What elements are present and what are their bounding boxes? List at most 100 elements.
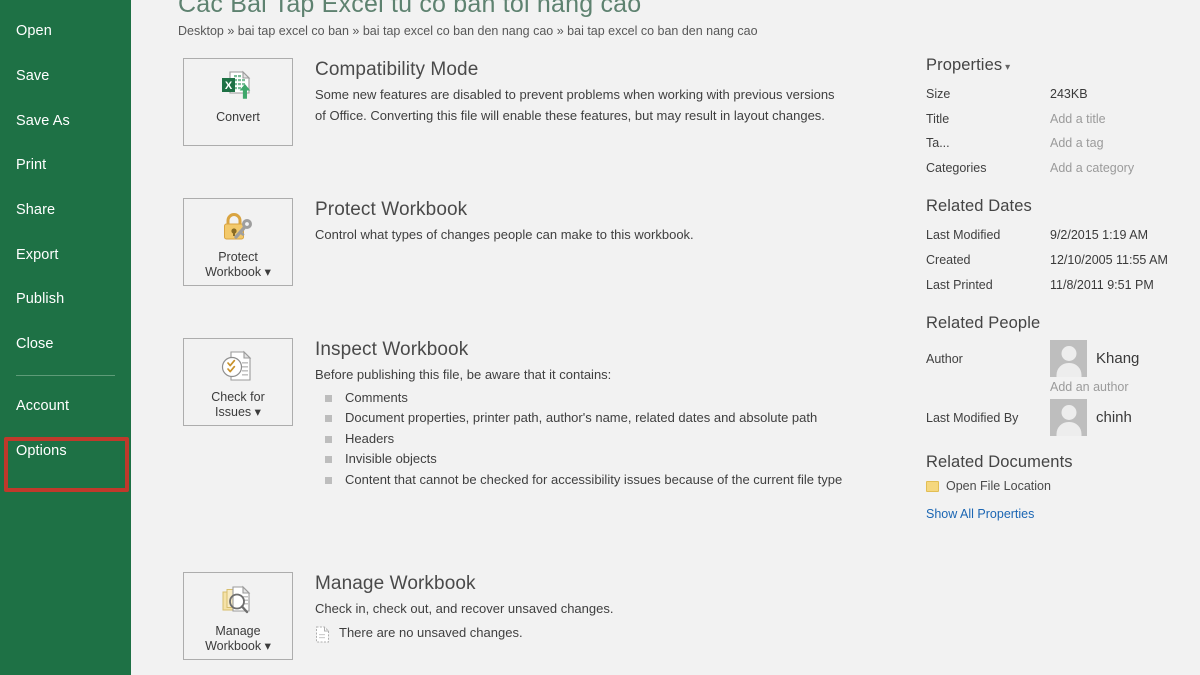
document-check-icon bbox=[220, 347, 256, 387]
property-key: Categories bbox=[926, 160, 987, 175]
padlock-key-icon bbox=[219, 207, 257, 247]
bullet-square-icon bbox=[325, 476, 332, 484]
open-file-location-link[interactable]: Open File Location bbox=[926, 479, 1200, 493]
sidebar-item-label: Close bbox=[16, 336, 54, 353]
related-documents-group: Related Documents Open File Location Sho… bbox=[926, 453, 1200, 523]
check-for-issues-button[interactable]: Check for Issues ▾ bbox=[183, 338, 293, 426]
related-documents-heading: Related Documents bbox=[926, 453, 1073, 472]
related-dates-group: Related Dates Last Modified 9/2/2015 1:1… bbox=[926, 197, 1200, 297]
list-item: Comments bbox=[315, 388, 860, 409]
blank-document-icon bbox=[315, 626, 330, 648]
list-item-label: Document properties, printer path, autho… bbox=[345, 410, 818, 425]
breadcrumb: Desktop » bai tap excel co ban » bai tap… bbox=[178, 24, 758, 38]
sidebar-item-open[interactable]: Open bbox=[0, 9, 131, 54]
property-value: 243KB bbox=[1050, 87, 1088, 101]
protect-heading: Protect Workbook bbox=[315, 199, 468, 220]
last-modified-by-name: chinh bbox=[1096, 409, 1132, 427]
list-item: Content that cannot be checked for acces… bbox=[315, 470, 860, 491]
protect-workbook-button[interactable]: Protect Workbook ▾ bbox=[183, 198, 293, 286]
property-key: Title bbox=[926, 111, 950, 126]
list-item: Headers bbox=[315, 429, 860, 450]
sidebar-item-label: Options bbox=[16, 442, 67, 459]
add-author-button[interactable]: Add an author bbox=[1050, 380, 1200, 394]
show-all-properties-link[interactable]: Show All Properties bbox=[926, 507, 1034, 521]
sidebar-item-label: Save bbox=[16, 68, 50, 85]
sidebar-item-label: Open bbox=[16, 23, 52, 40]
sidebar-item-share[interactable]: Share bbox=[0, 188, 131, 233]
sidebar-item-label: Export bbox=[16, 246, 59, 263]
svg-text:X: X bbox=[225, 80, 233, 92]
sidebar-item-options[interactable]: Options bbox=[0, 428, 131, 473]
date-key: Last Modified bbox=[926, 228, 1001, 243]
list-item: Invisible objects bbox=[315, 449, 860, 470]
property-row-categories[interactable]: Categories Add a category bbox=[926, 156, 1200, 181]
open-file-location-label: Open File Location bbox=[946, 479, 1051, 494]
related-dates-heading: Related Dates bbox=[926, 197, 1032, 216]
inspect-label-line2: Issues bbox=[215, 405, 252, 419]
bullet-square-icon bbox=[325, 415, 332, 422]
sidebar-item-label: Publish bbox=[16, 291, 65, 308]
date-value: 12/10/2005 11:55 AM bbox=[1050, 252, 1168, 267]
documents-magnifier-icon bbox=[220, 581, 256, 621]
convert-button-label: Convert bbox=[216, 110, 260, 124]
check-for-issues-button-label: Check for Issues ▾ bbox=[211, 390, 265, 420]
compatibility-description: Some new features are disabled to preven… bbox=[315, 87, 835, 123]
sidebar-item-export[interactable]: Export bbox=[0, 232, 131, 277]
property-row-tags[interactable]: Ta... Add a tag bbox=[926, 131, 1200, 156]
dropdown-caret-icon: ▾ bbox=[251, 405, 261, 419]
protect-label-line1: Protect bbox=[218, 250, 258, 264]
sidebar-divider bbox=[16, 374, 115, 376]
sidebar-item-save[interactable]: Save bbox=[0, 54, 131, 99]
protect-description: Control what types of changes people can… bbox=[315, 227, 694, 242]
property-row-title[interactable]: Title Add a title bbox=[926, 107, 1200, 132]
property-key: Ta... bbox=[926, 136, 950, 151]
sidebar-item-close[interactable]: Close bbox=[0, 322, 131, 367]
backstage-sidebar: Open Save Save As Print Share Export Pub… bbox=[0, 0, 131, 675]
protect-label-line2: Workbook bbox=[205, 265, 262, 279]
inspect-description: Before publishing this file, be aware th… bbox=[315, 367, 612, 382]
manage-workbook-button[interactable]: Manage Workbook ▾ bbox=[183, 572, 293, 660]
bullet-square-icon bbox=[325, 456, 332, 463]
last-modified-by-key: Last Modified By bbox=[926, 410, 1019, 425]
unsaved-changes-text: There are no unsaved changes. bbox=[339, 624, 523, 640]
author-key: Author bbox=[926, 351, 963, 366]
dropdown-caret-icon: ▾ bbox=[261, 265, 271, 279]
list-item-label: Comments bbox=[345, 389, 408, 405]
property-value[interactable]: Add a tag bbox=[1050, 131, 1104, 156]
sidebar-item-publish[interactable]: Publish bbox=[0, 277, 131, 322]
property-value[interactable]: Add a title bbox=[1050, 107, 1106, 132]
manage-heading: Manage Workbook bbox=[315, 573, 476, 594]
protect-workbook-button-label: Protect Workbook ▾ bbox=[205, 250, 271, 280]
author-row: Author Khang bbox=[926, 340, 1200, 378]
dropdown-caret-icon: ▾ bbox=[261, 639, 271, 653]
compatibility-heading: Compatibility Mode bbox=[315, 59, 479, 80]
property-value[interactable]: Add a category bbox=[1050, 156, 1134, 181]
date-value: 11/8/2011 9:51 PM bbox=[1050, 277, 1154, 292]
convert-button[interactable]: X Convert bbox=[183, 58, 293, 146]
excel-convert-icon: X bbox=[220, 67, 256, 107]
date-key: Created bbox=[926, 252, 971, 267]
manage-label-line2: Workbook bbox=[205, 639, 262, 653]
related-people-group: Related People Author Khang Add an autho… bbox=[926, 314, 1200, 437]
properties-panel: Properties ▾ Size 243KB Title Add a titl… bbox=[926, 56, 1200, 523]
sidebar-item-label: Save As bbox=[16, 112, 70, 129]
sidebar-item-account[interactable]: Account bbox=[0, 384, 131, 429]
properties-heading-label: Properties bbox=[926, 56, 1003, 74]
sidebar-item-print[interactable]: Print bbox=[0, 143, 131, 188]
author-name: Khang bbox=[1096, 350, 1140, 368]
bullet-square-icon bbox=[325, 394, 332, 402]
avatar bbox=[1050, 340, 1087, 378]
date-row-created: Created 12/10/2005 11:55 AM bbox=[926, 248, 1200, 273]
chevron-down-icon[interactable]: ▾ bbox=[1002, 62, 1010, 73]
backstage-info-pane: Cac Bai Tap Excel tu co ban toi nang cao… bbox=[131, 0, 1200, 675]
bullet-square-icon bbox=[325, 435, 332, 443]
page-title: Cac Bai Tap Excel tu co ban toi nang cao bbox=[178, 0, 642, 18]
manage-label-line1: Manage bbox=[215, 624, 261, 638]
inspect-heading: Inspect Workbook bbox=[315, 339, 469, 360]
date-key: Last Printed bbox=[926, 277, 993, 292]
folder-icon bbox=[926, 480, 939, 492]
property-row-size: Size 243KB bbox=[926, 82, 1200, 107]
sidebar-item-save-as[interactable]: Save As bbox=[0, 98, 131, 143]
date-row-last-printed: Last Printed 11/8/2011 9:51 PM bbox=[926, 273, 1200, 298]
properties-heading[interactable]: Properties ▾ bbox=[926, 56, 1200, 75]
